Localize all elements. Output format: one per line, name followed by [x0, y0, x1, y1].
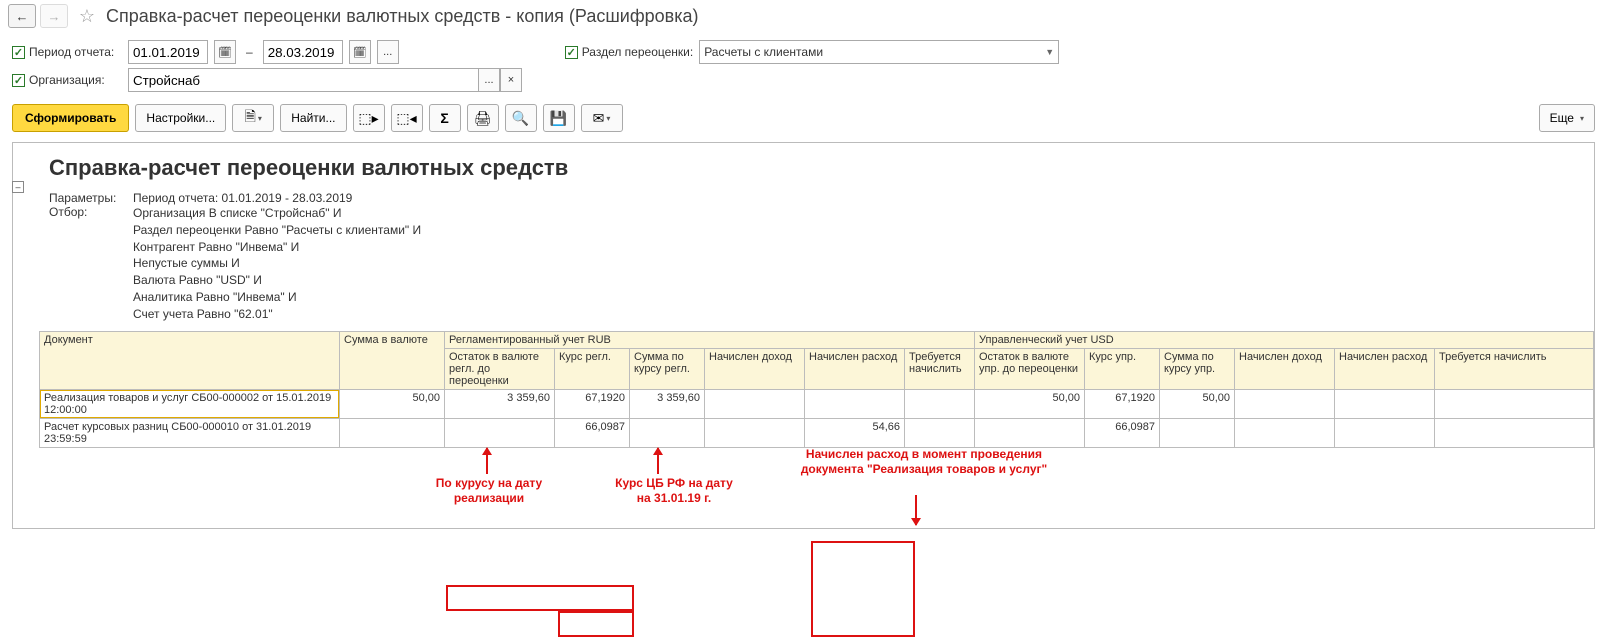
org-input[interactable]: [128, 68, 478, 92]
section-select[interactable]: Расчеты с клиентами ▼: [699, 40, 1059, 64]
col-group-reg: Регламентированный учет RUB: [445, 331, 975, 348]
checkbox-icon: ✓: [565, 46, 578, 59]
cell-expense: [805, 389, 905, 418]
page-title: Справка-расчет переоценки валютных средс…: [106, 6, 699, 27]
red-box-rate2: [558, 611, 634, 637]
table-row[interactable]: Расчет курсовых разниц СБ00-000010 от 31…: [40, 418, 1594, 447]
col-income-u: Начислен доход: [1235, 348, 1335, 389]
cell-required: [905, 418, 975, 447]
cell-amount-cur: 50,00: [340, 389, 445, 418]
cell-income-u: [1235, 389, 1335, 418]
email-button[interactable]: ✉▾: [581, 104, 623, 132]
date-from-input[interactable]: [128, 40, 208, 64]
params-label: Параметры:: [49, 191, 119, 205]
section-label-text: Раздел переоценки:: [582, 45, 694, 59]
col-doc: Документ: [40, 331, 340, 389]
favorite-star-icon[interactable]: ☆: [78, 7, 96, 25]
cell-bal-before-u: [975, 418, 1085, 447]
org-checkbox-label[interactable]: ✓ Организация:: [12, 73, 122, 87]
arrow-up-icon: [486, 448, 488, 474]
annotation-bottom-1: По курусу на дату реализации: [404, 476, 574, 507]
checkbox-icon: ✓: [12, 74, 25, 87]
preview-button[interactable]: 🔍: [505, 104, 537, 132]
col-bal-before-u: Остаток в валюте упр. до переоценки: [975, 348, 1085, 389]
variants-button[interactable]: 🗎▾: [232, 104, 274, 132]
nav-forward-button[interactable]: →: [40, 4, 68, 28]
date-to-input[interactable]: [263, 40, 343, 64]
col-expense-u: Начислен расход: [1335, 348, 1435, 389]
col-rate-u: Курс упр.: [1085, 348, 1160, 389]
cell-rate-reg: 67,1920: [555, 389, 630, 418]
cell-required: [905, 389, 975, 418]
nav-back-button[interactable]: ←: [8, 4, 36, 28]
cell-expense-u: [1335, 418, 1435, 447]
sum-button[interactable]: Σ: [429, 104, 461, 132]
cell-rate-u: 66,0987: [1085, 418, 1160, 447]
date-separator: –: [246, 45, 253, 59]
cell-income: [705, 389, 805, 418]
cell-doc: Реализация товаров и услуг СБ00-000002 о…: [40, 389, 340, 418]
expand-all-button[interactable]: ⬚▸: [353, 104, 385, 132]
section-select-value: Расчеты с клиентами: [704, 45, 823, 59]
col-income: Начислен доход: [705, 348, 805, 389]
cell-bal-before-u: 50,00: [975, 389, 1085, 418]
org-ellipsis-button[interactable]: ...: [478, 68, 500, 92]
calendar-to-button[interactable]: 🗓: [349, 40, 371, 64]
cell-bal-before: 3 359,60: [445, 389, 555, 418]
col-rate-reg: Курс регл.: [555, 348, 630, 389]
cell-expense-u: [1335, 389, 1435, 418]
filter-label: Отбор:: [49, 205, 119, 323]
cell-required-u: [1435, 418, 1594, 447]
red-box-balance-rate: [446, 585, 634, 611]
filter-lines: Организация В списке "Стройснаб" И Разде…: [133, 205, 421, 323]
more-button[interactable]: Еще▾: [1539, 104, 1595, 132]
col-required-u: Требуется начислить: [1435, 348, 1594, 389]
cell-income-u: [1235, 418, 1335, 447]
col-expense: Начислен расход: [805, 348, 905, 389]
cell-income: [705, 418, 805, 447]
annotation-bottom-2: Курс ЦБ РФ на дату на 31.01.19 г.: [579, 476, 769, 507]
cell-sum-rate-reg: [630, 418, 705, 447]
cell-amount-cur: [340, 418, 445, 447]
settings-button[interactable]: Настройки...: [135, 104, 226, 132]
report-grid: Документ Сумма в валюте Регламентированн…: [39, 331, 1594, 448]
cell-sum-rate-u: 50,00: [1160, 389, 1235, 418]
period-checkbox-label[interactable]: ✓ Период отчета:: [12, 45, 122, 59]
report-grid-wrap: Начислен расход в момент проведения доку…: [39, 331, 1594, 448]
collapse-all-button[interactable]: ⬚◂: [391, 104, 423, 132]
cell-rate-reg: 66,0987: [555, 418, 630, 447]
cell-rate-u: 67,1920: [1085, 389, 1160, 418]
cell-doc: Расчет курсовых разниц СБ00-000010 от 31…: [40, 418, 340, 447]
col-bal-before: Остаток в валюте регл. до переоценки: [445, 348, 555, 389]
find-button[interactable]: Найти...: [280, 104, 346, 132]
chevron-down-icon: ▼: [1045, 47, 1054, 57]
red-box-expense-header: [811, 541, 915, 637]
print-button[interactable]: 🖨: [467, 104, 499, 132]
col-sum-rate-u: Сумма по курсу упр.: [1160, 348, 1235, 389]
arrow-up-icon: [657, 448, 659, 474]
col-amount-cur: Сумма в валюте: [340, 331, 445, 389]
col-required: Требуется начислить: [905, 348, 975, 389]
cell-sum-rate-u: [1160, 418, 1235, 447]
checkbox-icon: ✓: [12, 46, 25, 59]
org-clear-button[interactable]: ×: [500, 68, 522, 92]
cell-sum-rate-reg: 3 359,60: [630, 389, 705, 418]
period-ellipsis-button[interactable]: ...: [377, 40, 399, 64]
table-row[interactable]: Реализация товаров и услуг СБ00-000002 о…: [40, 389, 1594, 418]
org-label-text: Организация:: [29, 73, 105, 87]
cell-required-u: [1435, 389, 1594, 418]
report-title: Справка-расчет переоценки валютных средс…: [49, 155, 1594, 181]
period-label-text: Период отчета:: [29, 45, 114, 59]
form-button[interactable]: Сформировать: [12, 104, 129, 132]
cell-expense: 54,66: [805, 418, 905, 447]
collapse-toggle[interactable]: –: [12, 181, 24, 193]
params-value: Период отчета: 01.01.2019 - 28.03.2019: [133, 191, 352, 205]
save-button[interactable]: 💾: [543, 104, 575, 132]
cell-bal-before: [445, 418, 555, 447]
col-sum-rate-reg: Сумма по курсу регл.: [630, 348, 705, 389]
calendar-from-button[interactable]: 🗓: [214, 40, 236, 64]
col-group-mgmt: Управленческий учет USD: [975, 331, 1594, 348]
